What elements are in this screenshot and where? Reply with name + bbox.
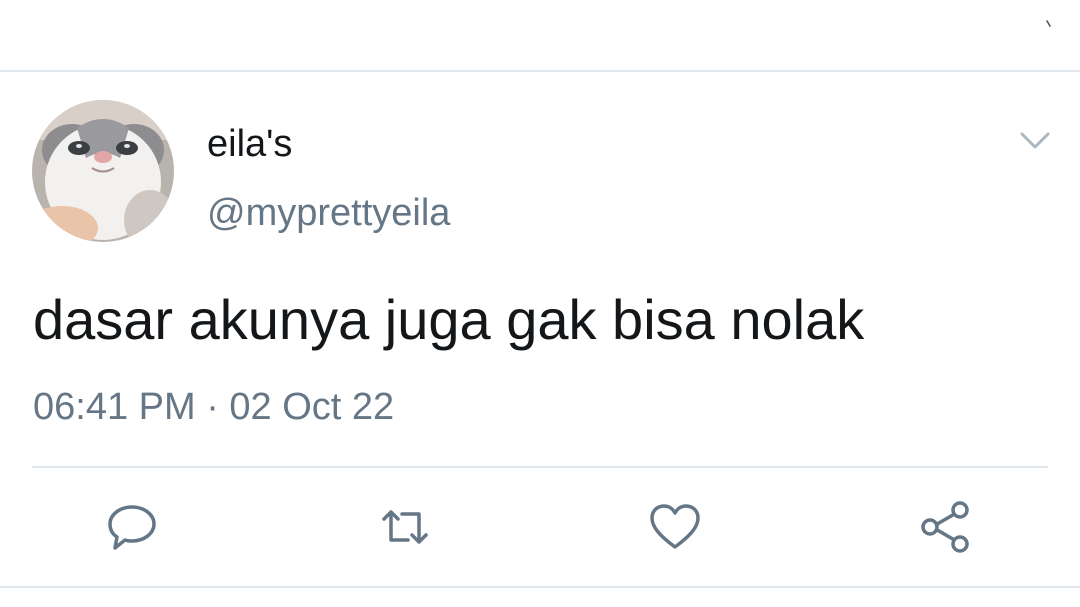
retweet-button[interactable] (370, 492, 440, 562)
avatar[interactable] (32, 100, 174, 242)
reply-button[interactable] (97, 492, 167, 562)
chevron-down-icon (1020, 132, 1050, 149)
user-handle[interactable]: @myprettyeila (207, 190, 450, 236)
share-icon (921, 501, 969, 553)
actions-divider (32, 466, 1048, 468)
more-options-button[interactable] (1014, 122, 1056, 158)
top-bar (0, 0, 1080, 70)
tweet-timestamp[interactable]: 06:41 PM · 02 Oct 22 (33, 384, 394, 430)
tweet-text: dasar akunya juga gak bisa nolak (33, 288, 865, 351)
share-button[interactable] (910, 492, 980, 562)
cat-avatar-icon (32, 100, 174, 242)
status-mark-icon (1046, 20, 1051, 27)
reply-icon (108, 505, 156, 550)
retweet-icon (382, 510, 428, 544)
like-button[interactable] (640, 492, 710, 562)
top-divider (0, 70, 1080, 72)
bottom-divider (0, 586, 1080, 588)
heart-icon (650, 504, 700, 549)
tweet-actions (0, 492, 1080, 562)
display-name[interactable]: eila's (207, 121, 292, 167)
